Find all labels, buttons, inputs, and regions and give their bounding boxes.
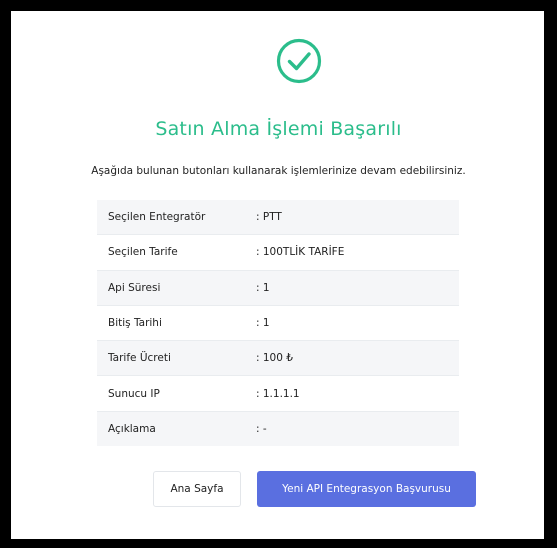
purchase-details-table: Seçilen Entegratör : PTT Seçilen Tarife … <box>97 200 459 447</box>
table-row: Sunucu IP : 1.1.1.1 <box>97 375 459 412</box>
detail-label: Açıklama <box>97 410 256 447</box>
home-button[interactable]: Ana Sayfa <box>153 471 241 507</box>
table-row: Seçilen Tarife : 100TLİK TARİFE <box>97 234 459 271</box>
table-row: Seçilen Entegratör : PTT <box>97 200 459 235</box>
detail-label: Tarife Ücreti <box>97 340 256 376</box>
detail-value: : 100 ₺ <box>256 340 459 376</box>
new-api-application-button[interactable]: Yeni API Entegrasyon Başvurusu <box>257 471 476 507</box>
table-row: Api Süresi : 1 <box>97 269 459 306</box>
detail-value: : 100TLİK TARİFE <box>256 234 459 271</box>
check-circle-icon <box>276 38 322 84</box>
detail-label: Bitiş Tarihi <box>97 304 256 341</box>
detail-value: : 1 <box>256 304 459 341</box>
detail-value: : 1 <box>256 269 459 306</box>
table-row: Bitiş Tarihi : 1 <box>97 304 459 341</box>
table-row: Açıklama : - <box>97 410 459 447</box>
page-title: Satın Alma İşlemi Başarılı <box>155 118 402 140</box>
page-subtitle: Aşağıda bulunan butonları kullanarak işl… <box>91 165 466 177</box>
detail-label: Seçilen Entegratör <box>97 200 256 235</box>
detail-label: Sunucu IP <box>97 375 256 412</box>
detail-label: Seçilen Tarife <box>97 234 256 271</box>
detail-value: : 1.1.1.1 <box>256 375 459 412</box>
detail-value: : PTT <box>256 200 459 235</box>
detail-label: Api Süresi <box>97 269 256 306</box>
table-row: Tarife Ücreti : 100 ₺ <box>97 340 459 376</box>
detail-value: : - <box>256 410 459 447</box>
